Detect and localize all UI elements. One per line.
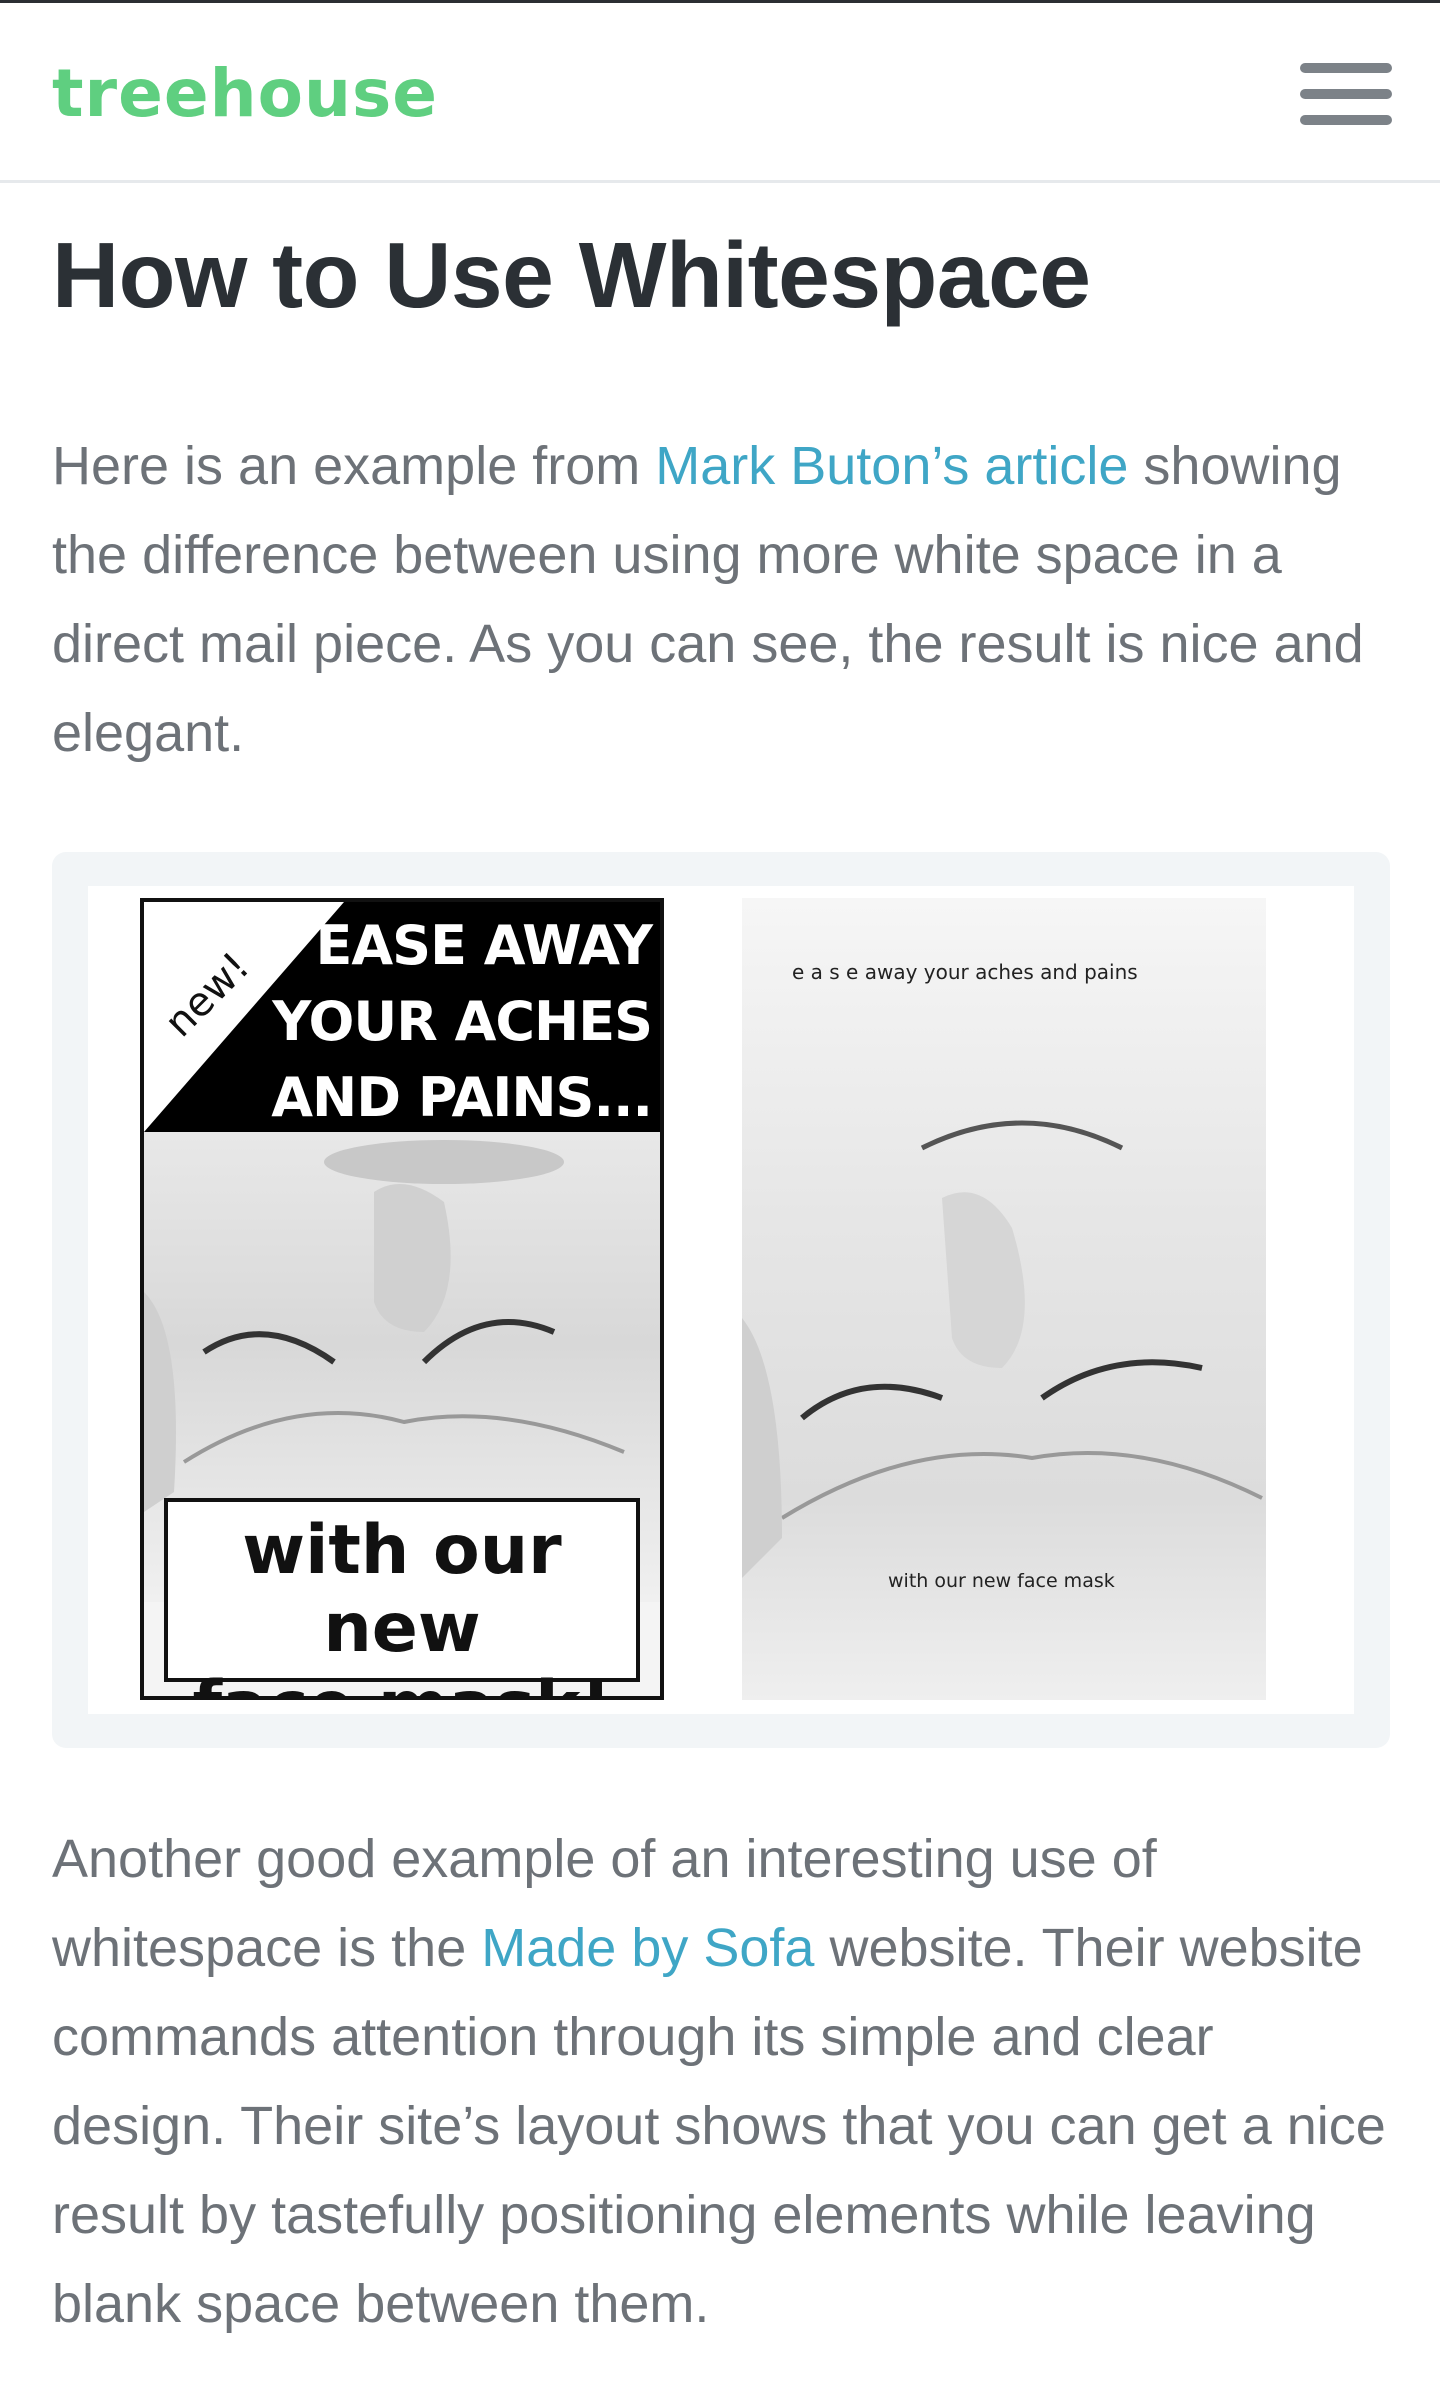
minimal-ad-footer: with our new face mask: [888, 1570, 1115, 1592]
treehouse-logo[interactable]: treehouse: [52, 55, 438, 132]
article-title: How to Use Whitespace: [52, 223, 1091, 327]
ad-headline: EASE AWAY YOUR ACHES AND PAINS...: [192, 908, 654, 1136]
paragraph-text: Here is an example from: [52, 436, 656, 496]
ad-footer-box: with our new face mask!: [164, 1498, 640, 1696]
whitespace-ad-example: e a s e away your aches and pains with o…: [742, 898, 1266, 1700]
mark-buton-article-link[interactable]: Mark Buton’s article: [655, 436, 1128, 496]
cluttered-ad-example: new! EASE AWAY YOUR ACHES AND PAINS... w…: [140, 898, 664, 1700]
menu-bar: [1300, 89, 1392, 99]
ad-footer-line: face mask!: [168, 1668, 636, 1697]
ad-footer-text: with our new face mask!: [168, 1511, 636, 1697]
made-by-sofa-link[interactable]: Made by Sofa: [481, 1918, 814, 1978]
menu-bar: [1300, 63, 1392, 73]
comparison-figure: new! EASE AWAY YOUR ACHES AND PAINS... w…: [52, 852, 1390, 1748]
menu-bar: [1300, 115, 1392, 125]
figure-image: new! EASE AWAY YOUR ACHES AND PAINS... w…: [88, 886, 1354, 1714]
hamburger-menu-icon[interactable]: [1300, 63, 1392, 125]
ad-headline-line: YOUR ACHES: [272, 990, 653, 1053]
paragraph-text: website. Their website commands attentio…: [52, 1918, 1386, 2334]
ad-footer-line: with our new: [242, 1511, 562, 1668]
ad-headline-line: EASE AWAY: [315, 914, 654, 977]
intro-paragraph: Here is an example from Mark Buton’s art…: [52, 422, 1402, 778]
second-paragraph: Another good example of an interesting u…: [52, 1815, 1402, 2349]
minimal-ad-headline: e a s e away your aches and pains: [792, 960, 1138, 984]
site-header: treehouse: [0, 3, 1440, 183]
ad-headline-line: AND PAINS...: [271, 1066, 653, 1129]
